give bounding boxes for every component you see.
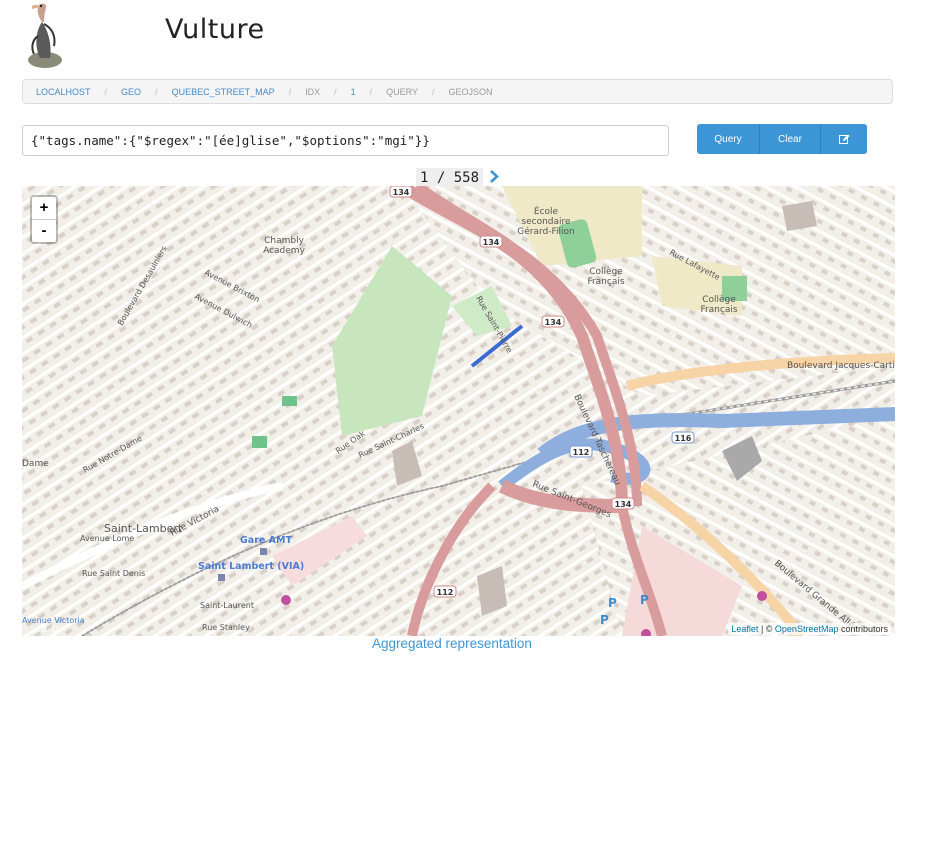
attribution-separator: | © — [758, 624, 775, 634]
route-shield-label: 112 — [437, 588, 454, 597]
edit-icon — [838, 134, 849, 144]
route-shield-label: 134 — [393, 188, 410, 197]
vulture-logo — [28, 3, 62, 68]
breadcrumb-separator: / — [334, 86, 337, 97]
svg-text:P: P — [608, 596, 617, 610]
breadcrumb-collection[interactable]: QUEBEC_STREET_MAP — [172, 87, 275, 97]
route-shield-label: 112 — [573, 448, 590, 457]
leaflet-link[interactable]: Leaflet — [731, 624, 758, 634]
zoom-in-button[interactable]: + — [32, 197, 56, 220]
breadcrumb-index-number[interactable]: 1 — [351, 87, 356, 97]
map-label-saint-laurent: Saint-Laurent — [200, 601, 254, 610]
aggregated-representation-link[interactable]: Aggregated representation — [372, 636, 532, 651]
chevron-right-icon — [490, 169, 499, 183]
app-title: Vulture — [165, 14, 265, 45]
breadcrumb-separator: / — [432, 86, 435, 97]
clear-button[interactable]: Clear — [760, 124, 821, 154]
map-label-college-2: Collège Français — [700, 294, 737, 315]
breadcrumb-geo[interactable]: GEO — [121, 87, 141, 97]
query-button[interactable]: Query — [697, 124, 760, 154]
breadcrumb-separator: / — [104, 86, 108, 97]
query-input[interactable]: {"tags.name":{"$regex":"[ée]glise","$opt… — [22, 125, 669, 156]
map-label-saint-lambert-via: Saint Lambert (VIA) — [198, 561, 304, 572]
pager-text: 1 / 558 — [416, 168, 484, 188]
openstreetmap-link[interactable]: OpenStreetMap — [775, 624, 839, 634]
map-label-college-1: Collège Français — [587, 266, 624, 287]
map-label-chambly: Chambly Academy — [263, 236, 305, 256]
breadcrumb-separator: / — [288, 86, 292, 97]
breadcrumb-idx: IDX — [305, 86, 321, 97]
attribution-suffix: contributors — [838, 624, 888, 634]
breadcrumb-separator: / — [369, 86, 373, 97]
map-tiles: École secondaire Gérard-Filion Collège Fran… — [22, 186, 895, 636]
map-label-dame: Dame — [22, 459, 49, 469]
map-attribution: Leaflet | © OpenStreetMap contributors — [728, 623, 891, 635]
map-label-stanley: Rue Stanley — [202, 623, 250, 632]
map-label-lome: Avenue Lome — [80, 534, 134, 543]
route-shield-label: 116 — [675, 434, 692, 443]
map-label-saint-denis: Rue Saint Denis — [82, 569, 145, 578]
map-label-highway: 78-O — [36, 625, 58, 635]
breadcrumb-localhost[interactable]: LOCALHOST — [36, 87, 91, 97]
map-label-gare: Gare AMT — [240, 535, 292, 546]
map-label-jacques-cartier: Boulevard Jacques-Cartier — [787, 361, 895, 371]
route-shield-label: 134 — [483, 238, 500, 247]
edit-button[interactable] — [821, 124, 867, 154]
pager: 1 / 558 — [416, 168, 499, 188]
breadcrumb-query: QUERY — [386, 86, 419, 97]
zoom-out-button[interactable]: - — [32, 220, 56, 242]
map[interactable]: École secondaire Gérard-Filion Collège Fran… — [22, 186, 895, 636]
route-shield-label: 134 — [615, 500, 632, 509]
breadcrumb-separator: / — [155, 86, 158, 97]
route-shield-label: 134 — [545, 318, 562, 327]
map-label-victoria-avenue: Avenue Victoria — [22, 616, 85, 625]
svg-text:P: P — [640, 593, 649, 607]
svg-text:P: P — [600, 613, 609, 627]
breadcrumb: LOCALHOST / GEO / QUEBEC_STREET_MAP / ID… — [22, 79, 893, 104]
breadcrumb-geojson: GEOJSON — [448, 86, 493, 97]
zoom-control: + - — [30, 195, 58, 244]
query-button-group: Query Clear — [697, 124, 867, 154]
next-page-button[interactable] — [489, 169, 499, 187]
